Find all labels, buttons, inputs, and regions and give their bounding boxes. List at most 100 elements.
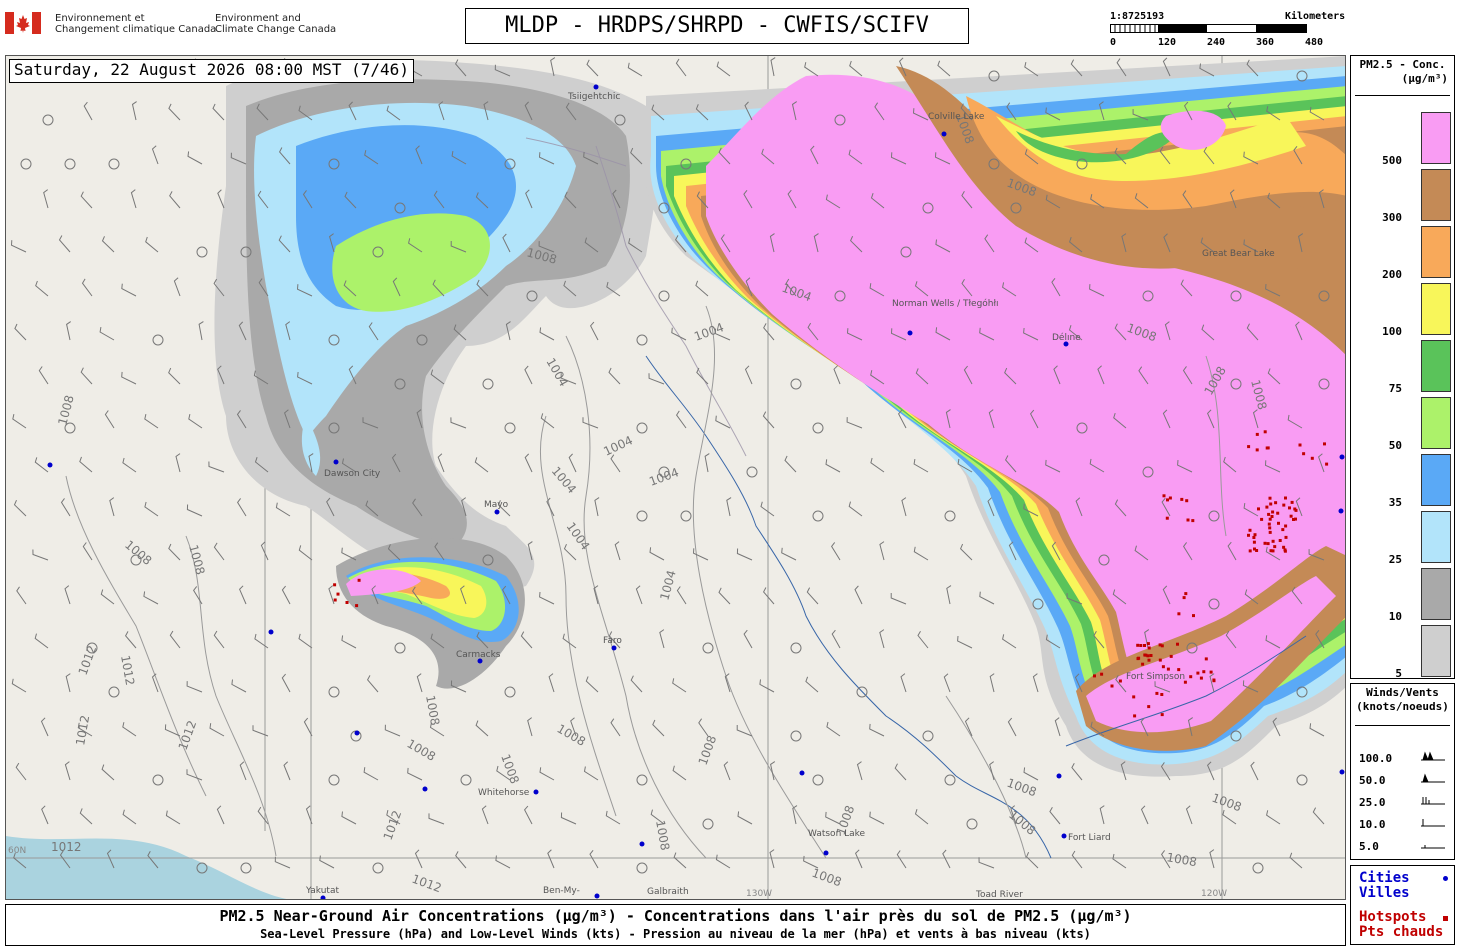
hotspot-marker bbox=[1274, 501, 1278, 505]
wind-barb bbox=[319, 855, 335, 869]
calm-wind-mark bbox=[812, 774, 824, 786]
hotspot-marker bbox=[1284, 496, 1287, 500]
wind-barb bbox=[849, 60, 863, 77]
wind-barb bbox=[539, 327, 555, 341]
wind-barb bbox=[212, 103, 225, 121]
wind-barb bbox=[723, 761, 731, 781]
label-colville-lake: Colville Lake bbox=[928, 112, 985, 122]
wind-barb bbox=[81, 278, 93, 297]
wind-barb bbox=[15, 762, 27, 781]
hotspot-marker bbox=[1255, 448, 1259, 452]
hotspot-marker bbox=[1281, 528, 1285, 532]
hotspot-marker bbox=[1323, 442, 1326, 446]
wind-row-10: 10.0 bbox=[1359, 818, 1386, 831]
label-yakutat: Yakutat bbox=[305, 886, 339, 896]
wind-barb bbox=[568, 453, 577, 473]
calm-wind-mark bbox=[790, 642, 802, 654]
wind-barb bbox=[894, 763, 907, 781]
map-canvas[interactable]: 1004 1004 1004 1004 1004 1004 1004 1004 … bbox=[6, 56, 1346, 900]
hotspot-marker bbox=[1185, 499, 1189, 503]
calm-wind-mark bbox=[702, 818, 714, 830]
smoke-plume-carmacks bbox=[336, 537, 525, 689]
wind-barb bbox=[121, 283, 137, 297]
wind-barb bbox=[168, 367, 181, 385]
calm-wind-mark bbox=[944, 774, 956, 786]
wind-barb bbox=[145, 236, 159, 253]
label-deline: Délıne bbox=[1052, 332, 1081, 343]
wind-barb bbox=[416, 673, 423, 693]
hotspot-marker bbox=[1192, 614, 1195, 618]
wind-barb bbox=[1250, 761, 1259, 781]
wind-barb bbox=[169, 191, 181, 209]
hotspot-marker bbox=[1268, 517, 1272, 521]
wind-barb bbox=[781, 547, 797, 561]
pm25-bin-label-300: 300 bbox=[1382, 211, 1402, 224]
wind-barb bbox=[175, 453, 181, 473]
wind-barb bbox=[1099, 805, 1105, 825]
wind-barb bbox=[239, 585, 247, 605]
pm25-bin-label-25: 25 bbox=[1388, 553, 1402, 566]
hotspot-marker bbox=[1177, 612, 1181, 616]
pm25-swatch-5 bbox=[1421, 625, 1451, 677]
product-title: MLDP - HRDPS/SHRPD - CWFIS/SCIFV bbox=[465, 8, 969, 44]
calm-wind-mark bbox=[1296, 774, 1308, 786]
wind-barb bbox=[594, 497, 600, 517]
calm-wind-mark bbox=[636, 510, 648, 522]
calm-wind-mark bbox=[636, 422, 648, 434]
calm-wind-mark bbox=[328, 686, 340, 698]
hotspot-marker bbox=[1283, 549, 1287, 553]
wind-barb bbox=[1049, 806, 1061, 825]
wind-barb bbox=[231, 679, 247, 693]
wind-barb bbox=[792, 805, 798, 825]
wind-barb bbox=[1002, 634, 1017, 649]
hotspot-marker bbox=[1136, 657, 1140, 661]
wind-barb bbox=[186, 504, 203, 517]
wind-barb bbox=[1032, 673, 1039, 693]
label-watson-lake: Watson Lake bbox=[808, 829, 866, 839]
wind-barb bbox=[236, 498, 247, 517]
wind-barb bbox=[979, 591, 995, 605]
wind-barb bbox=[122, 457, 137, 473]
hotspot-marker bbox=[1169, 654, 1173, 658]
map-panel[interactable]: 1004 1004 1004 1004 1004 1004 1004 1004 … bbox=[5, 55, 1346, 900]
wind-barb bbox=[546, 497, 555, 517]
wind-barb bbox=[831, 629, 841, 649]
wind-barb bbox=[12, 413, 27, 429]
wind-barb bbox=[101, 236, 115, 253]
wind-barb bbox=[34, 457, 49, 473]
hotspot-marker bbox=[1263, 430, 1267, 434]
hotspot-marker bbox=[1269, 502, 1273, 506]
hotspot-marker bbox=[1263, 541, 1267, 545]
wind-barb bbox=[187, 151, 203, 165]
hotspot-marker bbox=[1267, 522, 1271, 526]
wind-barb bbox=[151, 145, 159, 165]
wind-barb bbox=[254, 633, 269, 649]
wind-barb bbox=[41, 805, 49, 825]
svg-text:1004: 1004 bbox=[657, 569, 678, 602]
wind-barb bbox=[1312, 807, 1325, 825]
hotspot-marker bbox=[1290, 500, 1294, 504]
calm-wind-mark bbox=[790, 730, 802, 742]
wind-barb-samples bbox=[1421, 751, 1445, 849]
pm25-legend: PM2.5 - Conc. (µg/m³) 500 300 200 100 75 50 35… bbox=[1350, 55, 1455, 680]
wind-barb bbox=[769, 849, 775, 869]
wind-barb bbox=[675, 410, 687, 429]
wind-barb bbox=[759, 679, 775, 693]
calm-wind-mark bbox=[636, 862, 648, 874]
label-dawson-city: Dawson City bbox=[324, 469, 381, 479]
wind-barb bbox=[60, 498, 71, 517]
svg-text:1008: 1008 bbox=[810, 866, 843, 890]
pm25-bin-label-5: 5 bbox=[1395, 667, 1402, 680]
wind-barb bbox=[913, 459, 929, 473]
wind-barb bbox=[635, 585, 643, 605]
svg-text:1008: 1008 bbox=[55, 394, 76, 427]
wind-barb bbox=[298, 545, 313, 561]
wind-barb bbox=[527, 717, 533, 737]
wind-barb bbox=[1071, 850, 1083, 869]
wind-barb bbox=[414, 849, 423, 869]
scale-unit: Kilometers bbox=[1285, 11, 1346, 22]
wind-barb bbox=[614, 541, 621, 561]
wind-barb bbox=[946, 585, 952, 605]
wind-barb bbox=[144, 501, 159, 517]
wind-barb bbox=[124, 631, 137, 649]
